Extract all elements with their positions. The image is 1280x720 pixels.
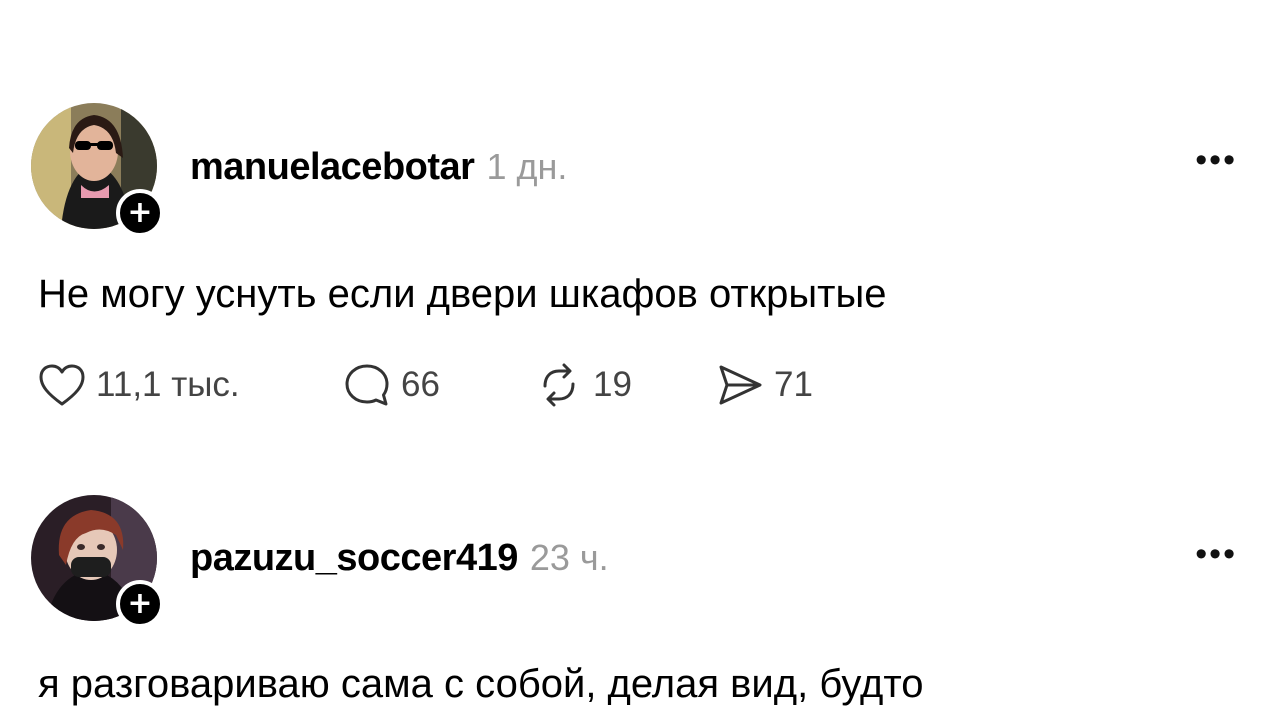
username[interactable]: pazuzu_soccer419: [190, 537, 518, 580]
follow-button[interactable]: +: [116, 580, 164, 628]
like-count: 11,1 тыс.: [96, 365, 240, 404]
like-button[interactable]: 11,1 тыс.: [38, 360, 240, 410]
post-item: + manuelacebotar 1 дн. ••• Не могу уснут…: [0, 0, 1280, 470]
more-options-icon[interactable]: •••: [1195, 537, 1237, 571]
post-header: pazuzu_soccer419 23 ч.: [190, 537, 609, 580]
share-button[interactable]: 71: [716, 360, 813, 410]
post-header: manuelacebotar 1 дн.: [190, 146, 567, 189]
comment-button[interactable]: 66: [343, 360, 440, 410]
username[interactable]: manuelacebotar: [190, 146, 475, 189]
share-send-icon: [719, 365, 762, 405]
heart-icon: [39, 364, 85, 406]
repost-icon: [543, 363, 575, 407]
timestamp: 1 дн.: [486, 146, 568, 187]
share-count: 71: [774, 365, 813, 404]
post-text: Не могу уснуть если двери шкафов открыты…: [38, 272, 887, 316]
comment-count: 66: [401, 365, 440, 404]
post-text: я разговариваю сама с собой, делая вид, …: [38, 662, 924, 706]
more-options-icon[interactable]: •••: [1195, 143, 1237, 177]
comment-bubble-icon: [345, 364, 389, 406]
repost-count: 19: [593, 365, 632, 404]
timestamp: 23 ч.: [529, 537, 609, 578]
follow-button[interactable]: +: [116, 189, 164, 237]
repost-button[interactable]: 19: [535, 360, 632, 410]
post-item: + pazuzu_soccer419 23 ч. ••• я разговари…: [0, 470, 1280, 720]
